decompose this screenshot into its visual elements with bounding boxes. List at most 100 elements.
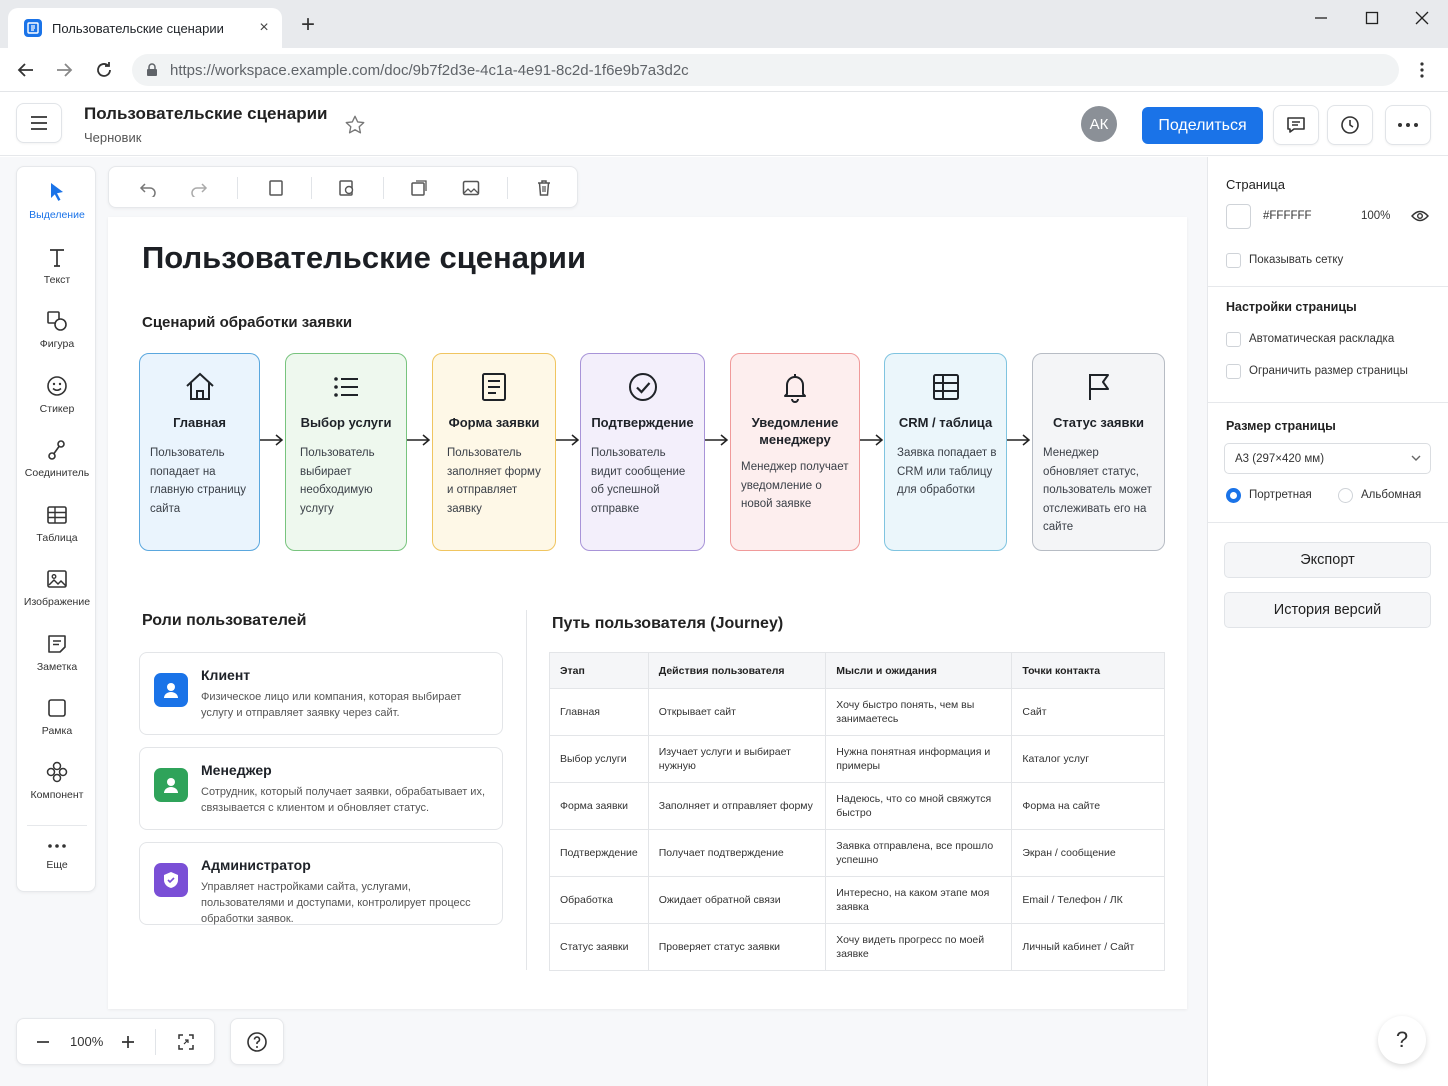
doc-title[interactable]: Пользовательские сценарии bbox=[84, 104, 328, 124]
page-title[interactable]: Пользовательские сценарии bbox=[142, 240, 586, 276]
table-row[interactable]: Статус заявки Проверяет статус заявки Хочу… bbox=[549, 923, 1165, 971]
flow-heading[interactable]: Сценарий обработки заявки bbox=[142, 314, 352, 331]
reload-icon[interactable] bbox=[92, 58, 116, 82]
minimize-icon[interactable] bbox=[1306, 8, 1336, 28]
list-icon bbox=[286, 370, 406, 404]
help-button[interactable] bbox=[230, 1018, 284, 1065]
page-color-swatch[interactable] bbox=[1226, 204, 1251, 229]
tool-connector[interactable]: Соединитель bbox=[17, 439, 97, 499]
tool-shape[interactable]: Фигура bbox=[17, 310, 97, 370]
avatar[interactable]: АК bbox=[1081, 106, 1117, 142]
table-cell: Открывает сайт bbox=[647, 688, 827, 736]
doc-status: Черновик bbox=[84, 130, 142, 145]
comments-button[interactable] bbox=[1273, 105, 1319, 145]
tool-select[interactable]: Выделение bbox=[17, 181, 97, 241]
table-row[interactable]: Выбор услуги Изучает услуги и выбирает ну… bbox=[549, 735, 1165, 783]
undo-icon[interactable] bbox=[136, 176, 160, 200]
table-header: Точки контакта bbox=[1011, 652, 1165, 689]
address-bar-row: https://workspace.example.com/doc/9b7f2d… bbox=[0, 48, 1448, 92]
close-tab-icon[interactable]: × bbox=[256, 20, 272, 36]
page-opacity-value[interactable]: 100% bbox=[1361, 210, 1390, 222]
page-size-select[interactable]: А3 (297×420 мм) bbox=[1224, 443, 1431, 474]
flow-card[interactable]: Статус заявки Менеджер обновляет статус,… bbox=[1032, 353, 1165, 551]
redo-icon[interactable] bbox=[187, 176, 211, 200]
card-title: Главная bbox=[173, 415, 226, 430]
table-cell: Экран / сообщение bbox=[1011, 829, 1165, 877]
more-icon bbox=[1398, 123, 1418, 127]
fit-screen-icon[interactable] bbox=[177, 1033, 195, 1051]
table-row[interactable]: Главная Открывает сайт Хочу быстро понять,… bbox=[549, 688, 1165, 736]
duplicate-icon[interactable] bbox=[407, 176, 431, 200]
table-cell: Форма заявки bbox=[549, 782, 649, 830]
page-color-value[interactable]: #FFFFFF bbox=[1263, 210, 1312, 222]
table-row[interactable]: Форма заявки Заполняет и отправляет форму… bbox=[549, 782, 1165, 830]
forward-icon[interactable] bbox=[52, 58, 76, 82]
card-description: Менеджер обновляет статус, пользователь … bbox=[1043, 447, 1152, 533]
tool-sticker[interactable]: Стикер bbox=[17, 375, 97, 435]
zoom-in-icon[interactable] bbox=[120, 1034, 136, 1050]
table-cell: Сайт bbox=[1011, 688, 1165, 736]
eye-icon[interactable] bbox=[1411, 210, 1429, 222]
more-options-button[interactable] bbox=[1385, 105, 1431, 145]
role-card[interactable]: Клиент Физическое лицо или компания, кот… bbox=[139, 652, 503, 735]
journey-heading[interactable]: Путь пользователя (Journey) bbox=[552, 615, 783, 633]
table-cell: Изучает услуги и выбирает нужную bbox=[647, 735, 827, 783]
tool-component[interactable]: Компонент bbox=[17, 761, 97, 821]
zoom-controls: 100% bbox=[16, 1018, 215, 1065]
close-window-icon[interactable] bbox=[1407, 8, 1437, 28]
limit-size-checkbox[interactable] bbox=[1226, 364, 1241, 379]
new-tab-icon[interactable]: + bbox=[296, 13, 320, 38]
portrait-radio[interactable] bbox=[1226, 488, 1241, 503]
table-cell: Проверяет статус заявки bbox=[647, 923, 827, 971]
table-row[interactable]: Обработка Ожидает обратной связи Интересно… bbox=[549, 876, 1165, 924]
roles-heading[interactable]: Роли пользователей bbox=[142, 612, 306, 630]
flow-card[interactable]: Форма заявки Пользователь заполняет форм… bbox=[432, 353, 556, 551]
page-size-value: А3 (297×420 мм) bbox=[1235, 452, 1325, 465]
browser-tab[interactable]: Пользовательские сценарии × bbox=[8, 8, 282, 48]
flow-card[interactable]: Подтверждение Пользователь видит сообщен… bbox=[580, 353, 705, 551]
help-fab[interactable]: ? bbox=[1378, 1016, 1426, 1064]
table-cell: Интересно, на каком этапе моя заявка bbox=[825, 876, 1013, 924]
maximize-icon[interactable] bbox=[1357, 8, 1387, 28]
table-cell: Email / Телефон / ЛК bbox=[1011, 876, 1165, 924]
version-history-button[interactable]: История версий bbox=[1224, 592, 1431, 628]
back-icon[interactable] bbox=[14, 58, 38, 82]
menu-button[interactable] bbox=[16, 103, 62, 143]
zoom-level[interactable]: 100% bbox=[70, 1034, 103, 1049]
tool-more[interactable]: Еще bbox=[17, 839, 97, 899]
tool-image[interactable]: Изображение bbox=[17, 568, 97, 628]
insert-image-icon[interactable] bbox=[335, 176, 359, 200]
flow-card[interactable]: Уведомление менеджеру Менеджер получает … bbox=[730, 353, 860, 551]
journey-table[interactable]: Этап Действия пользователя Мысли и ожидани… bbox=[549, 652, 1165, 971]
tool-text[interactable]: Текст bbox=[17, 246, 97, 306]
tool-table[interactable]: Таблица bbox=[17, 504, 97, 564]
role-card[interactable]: Администратор Управляет настройками сайт… bbox=[139, 842, 503, 925]
landscape-radio[interactable] bbox=[1338, 488, 1353, 503]
show-grid-checkbox[interactable] bbox=[1226, 253, 1241, 268]
tool-label: Фигура bbox=[39, 338, 75, 350]
tool-frame[interactable]: Рамка bbox=[17, 697, 97, 757]
flow-card[interactable]: Главная Пользователь попадает на главную… bbox=[139, 353, 260, 551]
table-row[interactable]: Подтверждение Получает подтверждение Заявк… bbox=[549, 829, 1165, 877]
star-icon[interactable] bbox=[344, 114, 366, 136]
browser-menu-icon[interactable] bbox=[1410, 58, 1434, 82]
tool-note[interactable]: Заметка bbox=[17, 633, 97, 693]
auto-layout-checkbox[interactable] bbox=[1226, 332, 1241, 347]
tool-label: Рамка bbox=[41, 725, 73, 737]
url-field[interactable]: https://workspace.example.com/doc/9b7f2d… bbox=[132, 54, 1399, 86]
share-button[interactable]: Поделиться bbox=[1142, 107, 1263, 144]
trash-icon[interactable] bbox=[532, 176, 556, 200]
tool-label: Компонент bbox=[30, 789, 84, 801]
flow-card[interactable]: CRM / таблица Заявка попадает в CRM или … bbox=[884, 353, 1007, 551]
zoom-out-icon[interactable] bbox=[35, 1034, 51, 1050]
export-button[interactable]: Экспорт bbox=[1224, 542, 1431, 578]
table-cell: Заполняет и отправляет форму bbox=[647, 782, 827, 830]
card-title: Подтверждение bbox=[591, 415, 694, 430]
clock-icon bbox=[1341, 116, 1359, 134]
role-card[interactable]: Менеджер Сотрудник, который получает зая… bbox=[139, 747, 503, 830]
role-description: Сотрудник, который получает заявки, обра… bbox=[201, 786, 486, 814]
flow-card[interactable]: Выбор услуги Пользователь выбирает необх… bbox=[285, 353, 407, 551]
image-icon[interactable] bbox=[459, 176, 483, 200]
frame-icon[interactable] bbox=[264, 176, 288, 200]
history-button[interactable] bbox=[1327, 105, 1373, 145]
